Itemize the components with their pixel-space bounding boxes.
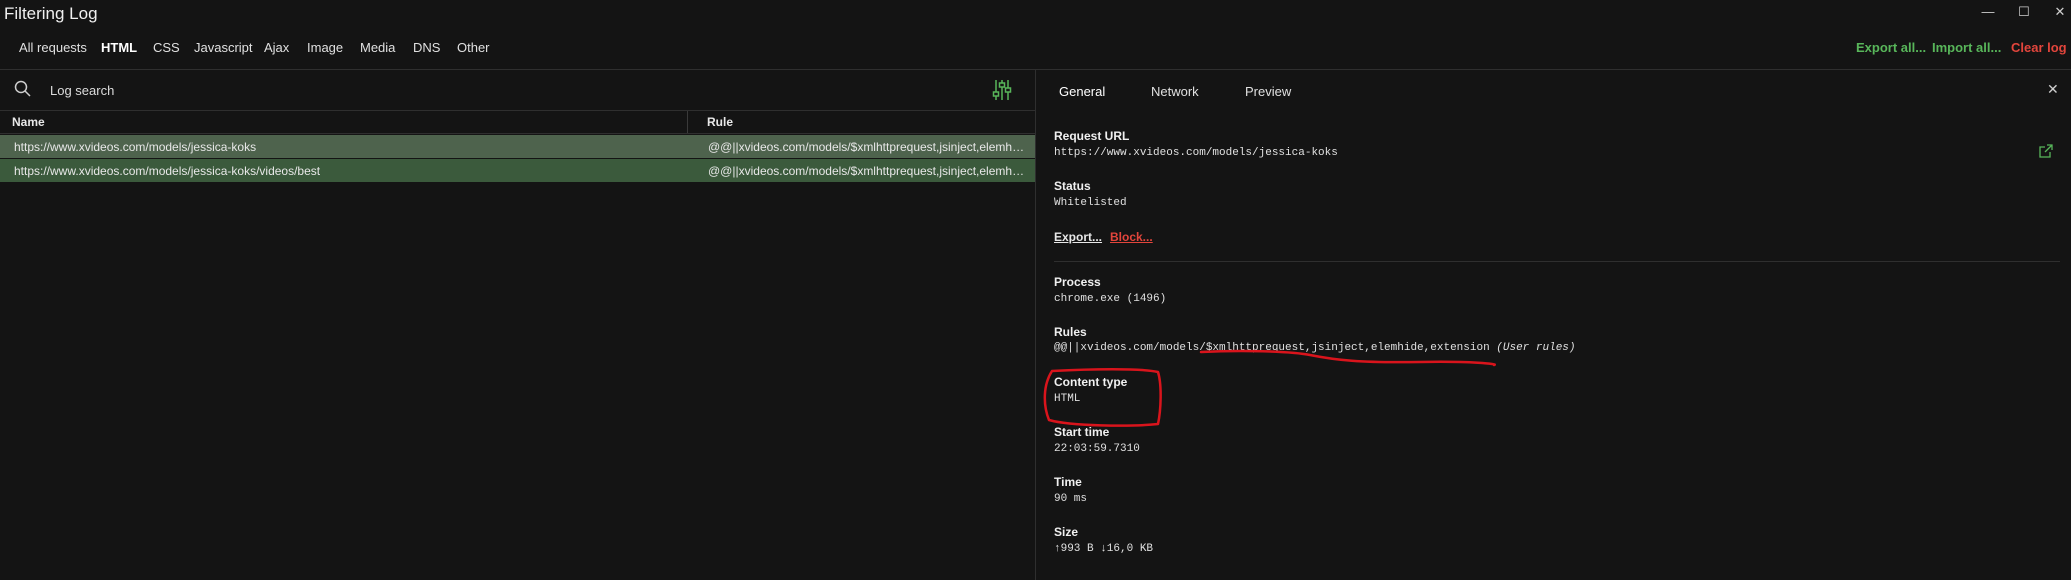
- process-label: Process: [1054, 275, 1101, 289]
- content-type-label: Content type: [1054, 375, 1128, 389]
- filter-tab-dns[interactable]: DNS: [413, 40, 440, 55]
- search-icon: [13, 79, 33, 99]
- column-header-name[interactable]: Name: [12, 115, 45, 129]
- export-all-button[interactable]: Export all...: [1856, 40, 1926, 55]
- tab-network[interactable]: Network: [1151, 84, 1199, 99]
- log-search-input[interactable]: [50, 81, 650, 99]
- row-rule: @@||xvideos.com/models/$xmlhttprequest,j…: [708, 140, 1026, 154]
- size-label: Size: [1054, 525, 1079, 539]
- table-row[interactable]: https://www.xvideos.com/models/jessica-k…: [0, 135, 1035, 158]
- process-value: chrome.exe (1496): [1054, 293, 1167, 305]
- open-external-icon[interactable]: [2038, 143, 2054, 159]
- start-time-label: Start time: [1054, 425, 1110, 439]
- details-divider: [1054, 261, 2060, 262]
- title-bar: Filtering Log — ☐ ✕: [0, 0, 2071, 30]
- start-time-value: 22:03:59.7310: [1054, 443, 1140, 455]
- request-url-value: https://www.xvideos.com/models/jessica-k…: [1054, 147, 1338, 159]
- row-name: https://www.xvideos.com/models/jessica-k…: [14, 140, 257, 154]
- status-value: Whitelisted: [1054, 197, 1127, 209]
- table-header: Name Rule: [0, 110, 1035, 134]
- filter-tab-all-requests[interactable]: All requests: [19, 40, 87, 55]
- details-close-icon[interactable]: ✕: [2047, 81, 2059, 98]
- status-label: Status: [1054, 179, 1091, 193]
- rules-value: @@||xvideos.com/models/$xmlhttprequest,j…: [1054, 342, 1490, 354]
- tab-preview[interactable]: Preview: [1245, 84, 1291, 99]
- time-label: Time: [1054, 475, 1082, 489]
- clear-log-button[interactable]: Clear log: [2011, 40, 2067, 55]
- maximize-icon[interactable]: ☐: [2010, 2, 2038, 22]
- filter-tab-image[interactable]: Image: [307, 40, 343, 55]
- content-type-value: HTML: [1054, 393, 1081, 405]
- tab-general[interactable]: General: [1059, 84, 1105, 99]
- row-name: https://www.xvideos.com/models/jessica-k…: [14, 164, 321, 178]
- window-title: Filtering Log: [4, 4, 98, 23]
- row-rule: @@||xvideos.com/models/$xmlhttprequest,j…: [708, 164, 1026, 178]
- filter-tab-css[interactable]: CSS: [153, 40, 180, 55]
- pane-divider[interactable]: [1035, 70, 1036, 580]
- column-header-rule[interactable]: Rule: [707, 115, 733, 129]
- request-url-label: Request URL: [1054, 129, 1130, 143]
- time-value: 90 ms: [1054, 493, 1088, 505]
- filter-bar: All requests HTML CSS Javascript Ajax Im…: [0, 36, 2071, 60]
- size-value: ↑993 B ↓16,0 KB: [1054, 543, 1154, 555]
- rules-note: (User rules): [1496, 342, 1576, 354]
- filter-tab-ajax[interactable]: Ajax: [264, 40, 289, 55]
- search-row: [0, 70, 1035, 110]
- minimize-icon[interactable]: —: [1974, 2, 2002, 22]
- import-all-button[interactable]: Import all...: [1932, 40, 2001, 55]
- rules-value-line: @@||xvideos.com/models/$xmlhttprequest,j…: [1054, 342, 1576, 354]
- window-close-icon[interactable]: ✕: [2046, 2, 2071, 22]
- filter-tab-javascript[interactable]: Javascript: [194, 40, 253, 55]
- filter-settings-icon[interactable]: [990, 78, 1014, 102]
- column-resize-handle[interactable]: [687, 111, 688, 133]
- block-link[interactable]: Block...: [1110, 230, 1153, 244]
- table-row[interactable]: https://www.xvideos.com/models/jessica-k…: [0, 159, 1035, 182]
- filter-tab-media[interactable]: Media: [360, 40, 395, 55]
- rules-label: Rules: [1054, 325, 1087, 339]
- filter-tab-html[interactable]: HTML: [101, 40, 137, 55]
- export-link[interactable]: Export...: [1054, 230, 1102, 244]
- filter-tab-other[interactable]: Other: [457, 40, 490, 55]
